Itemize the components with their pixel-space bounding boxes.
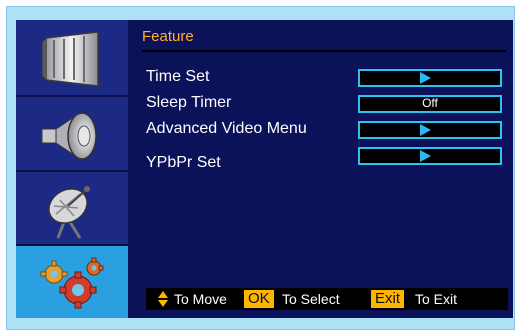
- play-arrow-icon: [420, 124, 431, 136]
- tv-panel-icon: [41, 31, 99, 87]
- play-arrow-icon: [420, 72, 431, 84]
- osd-menu-panel: Feature Time Set Sleep Timer Off Advance…: [16, 20, 513, 318]
- title-divider: [142, 50, 506, 52]
- sidebar-item-channel[interactable]: [16, 172, 128, 246]
- ypbpr-set-value-box[interactable]: [358, 147, 502, 165]
- exit-key-badge: Exit: [371, 290, 405, 308]
- sidebar-item-feature[interactable]: [16, 246, 128, 318]
- osd-frame: Feature Time Set Sleep Timer Off Advance…: [0, 0, 522, 335]
- sidebar-item-audio[interactable]: [16, 97, 128, 172]
- help-move-text: To Move: [174, 291, 227, 307]
- help-select-text: To Select: [282, 291, 340, 307]
- play-arrow-icon: [420, 150, 431, 162]
- page-title: Feature: [142, 28, 194, 45]
- menu-item-advanced-video[interactable]: Advanced Video Menu: [146, 120, 307, 138]
- speaker-icon: [41, 112, 97, 160]
- sleep-timer-value: Off: [422, 96, 438, 110]
- help-exit-text: To Exit: [415, 291, 458, 307]
- sidebar-item-picture[interactable]: [16, 20, 128, 97]
- menu-item-sleep-timer[interactable]: Sleep Timer: [146, 94, 231, 112]
- advanced-video-value-box[interactable]: [358, 121, 502, 139]
- time-set-value-box[interactable]: [358, 69, 502, 87]
- category-sidebar: [16, 20, 128, 318]
- menu-item-ypbpr-set[interactable]: YPbPr Set: [146, 154, 221, 172]
- gears-icon: [40, 257, 104, 309]
- help-bar: To Move OK To Select Exit To Exit: [146, 288, 508, 310]
- menu-item-time-set[interactable]: Time Set: [146, 68, 209, 86]
- ok-key-badge: OK: [244, 290, 274, 308]
- menu-content: Feature Time Set Sleep Timer Off Advance…: [128, 20, 513, 318]
- up-down-arrows-icon: [158, 291, 168, 307]
- satellite-dish-icon: [48, 186, 90, 239]
- sleep-timer-value-box[interactable]: Off: [358, 95, 502, 113]
